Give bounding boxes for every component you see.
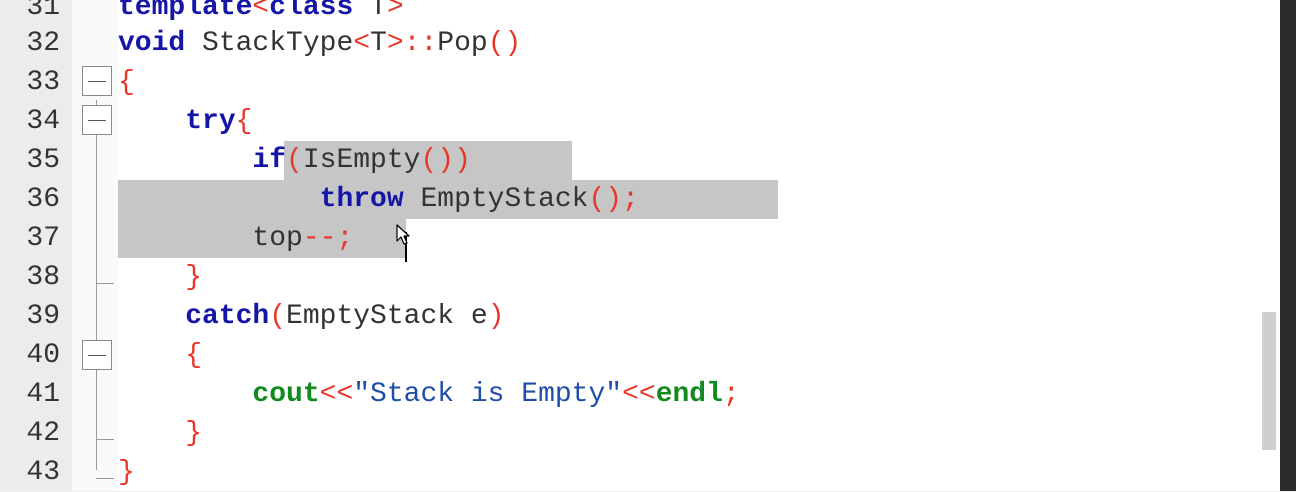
fold-toggle-line-40[interactable]	[82, 340, 112, 370]
stream-identifier: cout	[252, 379, 320, 410]
code-line-37[interactable]: top--;	[118, 219, 353, 258]
fold-line	[96, 100, 97, 470]
identifier: EmptyStack e	[286, 301, 488, 332]
code-line-34[interactable]: try{	[118, 102, 252, 141]
mouse-pointer-icon	[396, 224, 410, 245]
punctuation: <	[252, 0, 270, 23]
identifier: T	[370, 28, 387, 59]
code-line-43[interactable]: }	[118, 453, 135, 492]
keyword: void	[118, 28, 186, 59]
keyword: throw	[319, 184, 404, 215]
punctuation: ;	[722, 379, 740, 410]
line-number: 38	[26, 262, 60, 293]
code-line-31[interactable]: template<class T>	[118, 0, 404, 27]
punctuation: {	[235, 106, 253, 137]
punctuation: >::	[386, 28, 438, 59]
punctuation: >	[386, 0, 404, 23]
punctuation: }	[185, 262, 203, 293]
line-number: 40	[26, 340, 60, 371]
code-line-33[interactable]: {	[118, 63, 135, 102]
code-line-35[interactable]: if(IsEmpty())	[118, 141, 471, 180]
punctuation: }	[118, 457, 135, 488]
code-line-40[interactable]: {	[118, 336, 202, 375]
punctuation: ()	[487, 28, 522, 59]
line-number: 36	[26, 184, 60, 215]
line-number: 34	[26, 106, 60, 137]
code-line-32[interactable]: void StackType<T>::Pop()	[118, 24, 521, 63]
fold-toggle-line-33[interactable]	[82, 66, 112, 96]
punctuation: (	[269, 301, 287, 332]
line-number: 32	[26, 28, 60, 59]
code-line-36[interactable]: throw EmptyStack();	[118, 180, 639, 219]
line-number: 37	[26, 223, 60, 254]
punctuation: )	[487, 301, 505, 332]
line-number: 42	[26, 418, 60, 449]
line-number: 31	[26, 0, 60, 23]
code-line-41[interactable]: cout<<"Stack is Empty"<<endl;	[118, 375, 740, 414]
punctuation: {	[118, 67, 135, 98]
keyword: if	[252, 145, 287, 176]
fold-end-line-38	[96, 283, 114, 284]
punctuation: ())	[420, 145, 471, 176]
punctuation: <<	[319, 379, 354, 410]
punctuation: (	[286, 145, 303, 176]
identifier: EmptyStack	[403, 184, 589, 215]
line-number: 41	[26, 379, 60, 410]
code-line-38[interactable]: }	[118, 258, 202, 297]
line-number: 39	[26, 301, 60, 332]
identifier: Pop	[437, 28, 488, 59]
identifier: StackType	[185, 28, 354, 59]
string-literal: "Stack is Empty"	[353, 379, 623, 410]
fold-toggle-line-34[interactable]	[82, 105, 112, 135]
identifier: T	[353, 0, 387, 23]
line-number: 43	[26, 457, 60, 488]
punctuation: --;	[302, 223, 354, 254]
punctuation: {	[185, 340, 203, 371]
keyword: catch	[185, 301, 270, 332]
punctuation: }	[185, 418, 203, 449]
keyword: class	[269, 0, 354, 23]
code-line-42[interactable]: }	[118, 414, 202, 453]
punctuation: <	[353, 28, 371, 59]
window-edge	[1280, 0, 1296, 491]
identifier: top	[252, 223, 303, 254]
fold-end-line-42	[96, 439, 114, 440]
stream-identifier: endl	[655, 379, 723, 410]
keyword: template	[118, 0, 253, 23]
punctuation: <<	[622, 379, 656, 410]
fold-end-line-43	[96, 478, 114, 479]
punctuation: ();	[588, 184, 639, 215]
line-number: 33	[26, 67, 60, 98]
vertical-scrollbar-thumb[interactable]	[1262, 312, 1276, 450]
keyword: try	[185, 106, 236, 137]
code-line-39[interactable]: catch(EmptyStack e)	[118, 297, 505, 336]
identifier: IsEmpty	[302, 145, 421, 176]
line-number: 35	[26, 145, 60, 176]
